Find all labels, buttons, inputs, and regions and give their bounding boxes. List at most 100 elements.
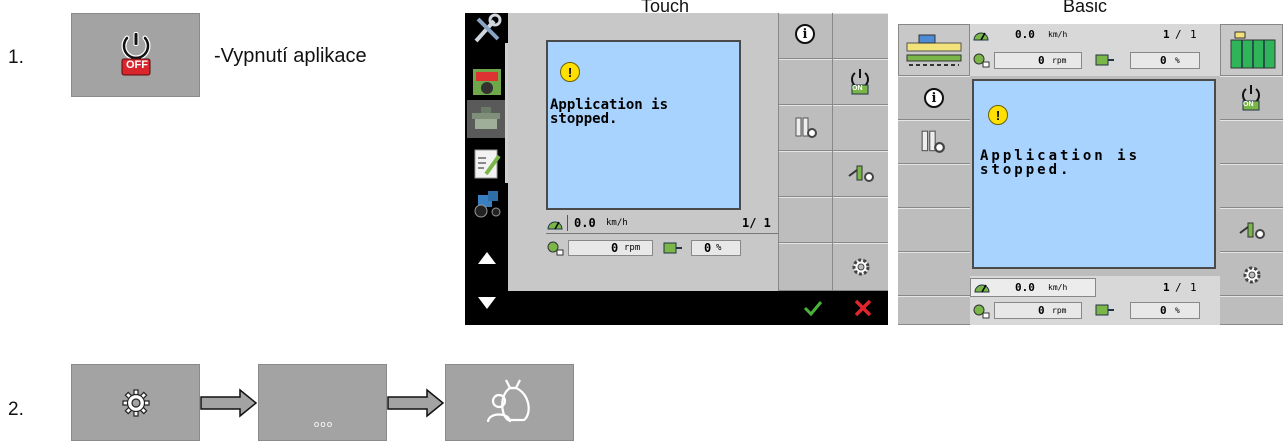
power-off-button[interactable]: OFF bbox=[71, 13, 200, 97]
basic-bottom-status: 0.0 km/h 1 / 1 0 rpm 0 % bbox=[970, 276, 1220, 325]
info-icon: i bbox=[924, 88, 944, 108]
sections-settings-icon bbox=[795, 117, 817, 138]
basic-on-label: ON bbox=[1243, 101, 1254, 108]
basic-top-page-a: 1 bbox=[1163, 28, 1170, 41]
more-dots-icon: ooo bbox=[313, 420, 334, 430]
touch-softkey-empty-6[interactable] bbox=[833, 105, 888, 151]
basic-top-pct-value: 0 bbox=[1160, 54, 1167, 67]
touch-softkey-info[interactable]: i bbox=[779, 13, 832, 59]
task-notes-icon[interactable] bbox=[472, 148, 502, 180]
gear-icon bbox=[1243, 266, 1261, 284]
touch-message-box: ! Application is stopped. bbox=[546, 40, 741, 210]
touch-rpm-row: 0 rpm 0 % bbox=[546, 239, 781, 259]
machine-sections-icon bbox=[906, 34, 962, 66]
confirm-icon[interactable] bbox=[803, 300, 823, 316]
basic-softkey-switch[interactable] bbox=[1220, 208, 1283, 252]
basic-softkey-empty-4[interactable] bbox=[898, 296, 970, 325]
speedometer-icon bbox=[974, 284, 990, 293]
touch-softkey-settings[interactable] bbox=[833, 243, 888, 291]
basic-softkey-boom-view[interactable] bbox=[1220, 24, 1283, 76]
touch-softkey-empty-7[interactable] bbox=[833, 197, 888, 243]
warning-icon: ! bbox=[560, 62, 580, 82]
more-button[interactable]: ooo bbox=[258, 364, 387, 441]
sections-settings-icon bbox=[921, 130, 945, 153]
touch-pct-value: 0 bbox=[704, 241, 712, 255]
basic-softkey-sections[interactable] bbox=[898, 120, 970, 164]
basic-bottom-rpm-unit: rpm bbox=[1052, 306, 1067, 315]
basic-bottom-speed-value: 0.0 bbox=[1015, 281, 1035, 294]
basic-message-box: ! Application is stopped. bbox=[972, 79, 1216, 269]
warning-icon: ! bbox=[988, 105, 1008, 125]
touch-softkey-empty-1[interactable] bbox=[779, 59, 832, 105]
settings-button[interactable] bbox=[71, 364, 200, 441]
basic-column-label: Basic bbox=[1062, 0, 1107, 16]
touch-softkey-empty-2[interactable] bbox=[779, 151, 832, 197]
touch-sidebar bbox=[465, 13, 508, 325]
basic-softkey-empty-3[interactable] bbox=[898, 252, 970, 296]
basic-message-text: Application is stopped. bbox=[980, 148, 1141, 178]
touch-softkey-sections[interactable] bbox=[779, 105, 832, 151]
touch-softkey-empty-5[interactable] bbox=[833, 13, 888, 59]
touch-softkey-column-left: i bbox=[778, 13, 832, 291]
basic-top-page-sep: / bbox=[1175, 28, 1182, 41]
touch-speed-unit: km/h bbox=[606, 218, 628, 228]
scroll-down-icon[interactable] bbox=[477, 296, 497, 310]
basic-top-page-b: 1 bbox=[1190, 28, 1197, 41]
flow-icon bbox=[1095, 304, 1114, 316]
switch-settings-icon bbox=[1239, 222, 1265, 239]
user-seed-button[interactable] bbox=[445, 364, 574, 441]
basic-bottom-rpm-value: 0 bbox=[1038, 304, 1045, 317]
basic-top-rpm-value: 0 bbox=[1038, 54, 1045, 67]
step-1-caption: -Vypnutí aplikace bbox=[214, 45, 367, 67]
basic-softkey-empty-7[interactable] bbox=[1220, 296, 1283, 325]
machine-dashboard-icon[interactable] bbox=[472, 66, 502, 98]
basic-softkey-empty-5[interactable] bbox=[1220, 120, 1283, 164]
gear-icon bbox=[852, 258, 870, 276]
rpm-icon bbox=[973, 53, 990, 68]
touch-message-text: Application is stopped. bbox=[550, 97, 669, 127]
touch-softkey-column-right: ON bbox=[832, 13, 888, 291]
basic-softkey-empty-6[interactable] bbox=[1220, 164, 1283, 208]
basic-bottom-pct-unit: % bbox=[1175, 306, 1180, 315]
basic-top-speed-unit: km/h bbox=[1048, 30, 1068, 39]
basic-top-status: 0.0 km/h 1 / 1 0 rpm 0 % bbox=[970, 24, 1220, 76]
basic-softkey-empty-1[interactable] bbox=[898, 164, 970, 208]
flow-icon bbox=[1095, 54, 1114, 66]
touch-softkey-empty-4[interactable] bbox=[779, 243, 832, 291]
arrow-right-icon bbox=[387, 388, 445, 418]
basic-bottom-page-a: 1 bbox=[1163, 281, 1170, 294]
touch-on-label: ON bbox=[852, 85, 863, 92]
basic-softkey-settings[interactable] bbox=[1220, 252, 1283, 296]
touch-softkey-power-on[interactable]: ON bbox=[833, 59, 888, 105]
touch-softkey-switch[interactable] bbox=[833, 151, 888, 197]
touch-pct-unit: % bbox=[716, 243, 722, 253]
basic-top-pct-unit: % bbox=[1175, 56, 1180, 65]
touch-page-indicator: 1/ 1 bbox=[742, 216, 771, 230]
active-sidebar-item[interactable] bbox=[467, 100, 505, 138]
basic-softkey-machine-view[interactable] bbox=[898, 24, 970, 76]
step-1-number: 1. bbox=[8, 47, 24, 68]
touch-terminal-screen: ! Application is stopped. 0.0 km/h 1/ 1 … bbox=[465, 13, 888, 325]
basic-bottom-speed-unit: km/h bbox=[1048, 283, 1068, 292]
touch-main-area: ! Application is stopped. 0.0 km/h 1/ 1 … bbox=[508, 13, 888, 291]
flow-icon bbox=[663, 242, 682, 254]
user-seed-icon bbox=[486, 379, 530, 423]
basic-bottom-page-b: 1 bbox=[1190, 281, 1197, 294]
cancel-icon[interactable] bbox=[854, 299, 872, 317]
basic-top-speed-value: 0.0 bbox=[1015, 28, 1035, 41]
touch-softkey-empty-3[interactable] bbox=[779, 197, 832, 243]
basic-softkey-info[interactable]: i bbox=[898, 76, 970, 120]
basic-softkey-empty-2[interactable] bbox=[898, 208, 970, 252]
basic-bottom-pct-value: 0 bbox=[1160, 304, 1167, 317]
tractor-icon[interactable] bbox=[472, 187, 502, 219]
scroll-up-icon[interactable] bbox=[477, 251, 497, 265]
boom-sections-icon bbox=[1230, 31, 1276, 69]
tools-icon[interactable] bbox=[472, 13, 502, 45]
speedometer-icon bbox=[547, 221, 563, 230]
basic-softkey-power-on[interactable]: ON bbox=[1220, 76, 1283, 120]
sprayer-icon bbox=[472, 107, 500, 129]
info-icon: i bbox=[795, 24, 815, 44]
basic-terminal-screen: 0.0 km/h 1 / 1 0 rpm 0 % i ! Application… bbox=[898, 24, 1283, 325]
touch-speed-value: 0.0 bbox=[574, 216, 596, 230]
touch-rpm-unit: rpm bbox=[624, 243, 641, 253]
